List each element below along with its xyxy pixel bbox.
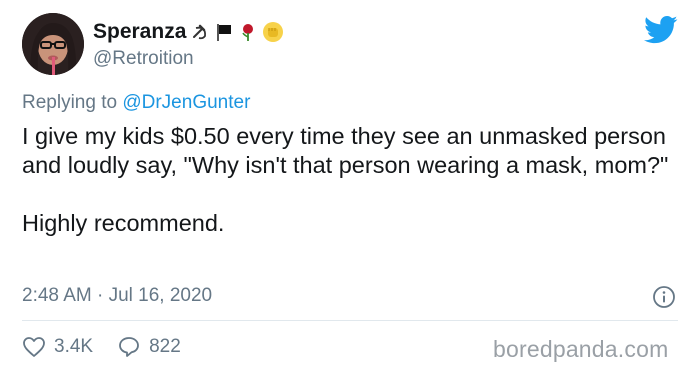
divider (22, 320, 678, 321)
like-count: 3.4K (54, 336, 94, 357)
like-button[interactable]: 3.4K (22, 336, 93, 358)
author-name-row[interactable]: Speranza (93, 20, 284, 44)
tweet-actions: 3.4K 822 (22, 336, 205, 358)
tweet-text: I give my kids $0.50 every time they see… (22, 122, 672, 238)
display-name[interactable]: Speranza (93, 20, 186, 44)
tweet-timestamp[interactable]: 2:48 AM · Jul 16, 2020 (22, 285, 212, 307)
hammer-and-sickle-icon (193, 24, 207, 40)
name-emojis (190, 21, 284, 43)
reply-icon (119, 337, 139, 357)
watermark: boredpanda.com (493, 336, 669, 362)
tweet-paragraph: I give my kids $0.50 every time they see… (22, 123, 669, 178)
reply-button[interactable]: 822 (117, 336, 181, 358)
heart-icon (23, 337, 45, 357)
author-handle[interactable]: @Retroition (93, 48, 194, 70)
reply-prefix: Replying to (22, 92, 123, 113)
avatar[interactable] (22, 13, 84, 75)
reply-count: 822 (149, 336, 181, 357)
tweet-paragraph: Highly recommend. (22, 210, 225, 236)
info-icon[interactable] (652, 285, 676, 309)
rose-icon (242, 24, 254, 41)
twitter-bird-icon[interactable] (644, 15, 678, 45)
raised-fist-icon (263, 22, 284, 42)
black-flag-icon (217, 24, 232, 41)
reply-context: Replying to @DrJenGunter (22, 92, 250, 114)
reply-mention-link[interactable]: @DrJenGunter (122, 92, 250, 113)
avatar-image (22, 13, 84, 75)
